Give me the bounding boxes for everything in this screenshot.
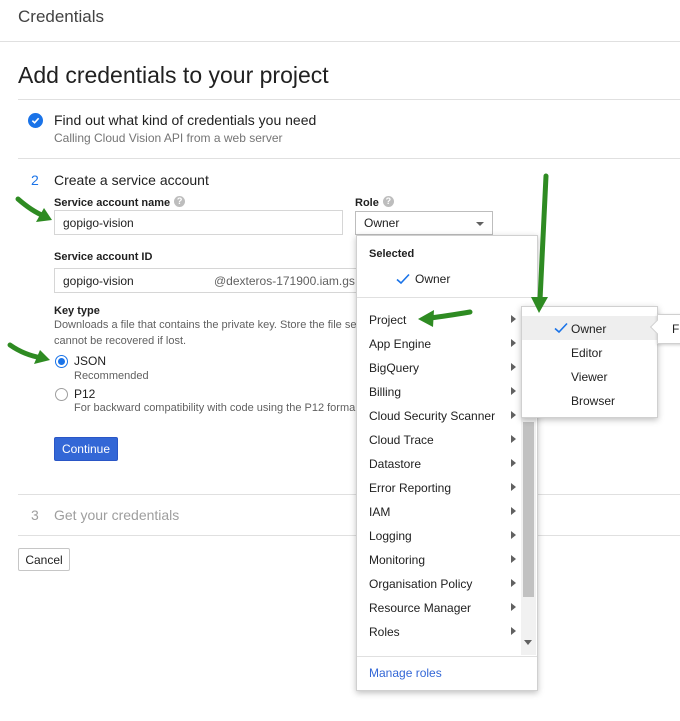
annotation-arrows	[7, 173, 549, 364]
green-arrow-icon	[7, 342, 45, 361]
green-arrow-icon	[537, 173, 549, 303]
green-arrow-icon	[15, 196, 47, 219]
green-arrow-icon	[427, 309, 473, 321]
